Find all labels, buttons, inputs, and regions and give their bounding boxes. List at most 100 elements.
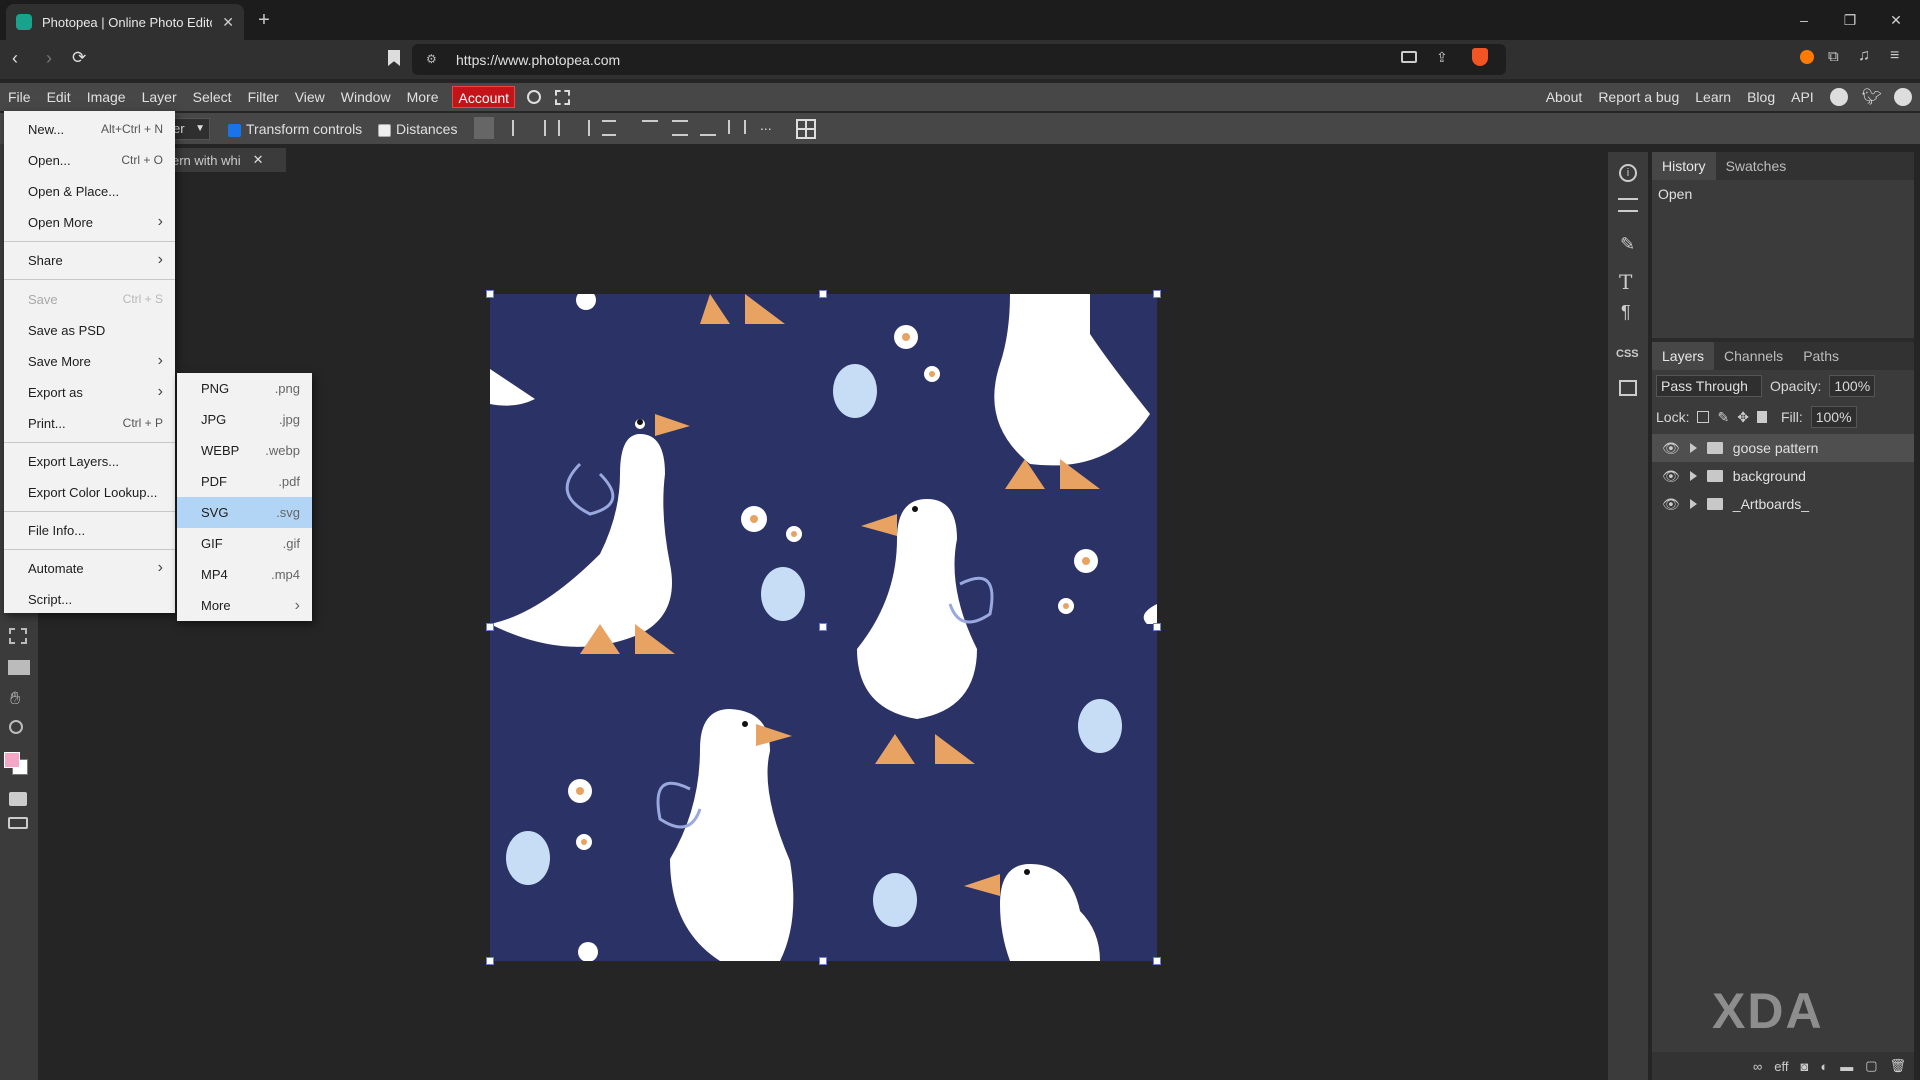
menu-image[interactable]: Image — [79, 83, 134, 111]
foreground-color-swatch[interactable] — [4, 752, 20, 768]
back-icon[interactable]: ‹ — [12, 48, 18, 69]
facebook-icon[interactable] — [1894, 88, 1912, 106]
menu-item-print[interactable]: Print... Ctrl + P — [4, 408, 175, 438]
forward-icon[interactable]: › — [46, 48, 52, 69]
transform-handle[interactable] — [486, 623, 494, 631]
align-bottom-icon[interactable] — [700, 120, 716, 136]
align-center-icon[interactable] — [544, 120, 560, 136]
opacity-input[interactable]: 100% — [1829, 375, 1876, 397]
new-layer-icon[interactable]: ▢ — [1865, 1058, 1877, 1074]
lock-all-icon[interactable] — [1756, 411, 1767, 423]
distribute-horizontal-icon[interactable] — [728, 120, 746, 134]
more-options[interactable]: ... — [760, 117, 772, 133]
distribute-icon[interactable] — [602, 120, 616, 136]
expand-icon[interactable] — [1689, 443, 1697, 453]
transform-handle[interactable] — [1153, 957, 1161, 965]
menu-select[interactable]: Select — [185, 83, 240, 111]
expand-icon[interactable] — [1689, 471, 1697, 481]
expand-icon[interactable] — [1689, 499, 1697, 509]
close-window-icon[interactable]: ✕ — [1878, 8, 1914, 32]
export-pdf[interactable]: PDF .pdf — [177, 466, 312, 497]
transform-handle[interactable] — [819, 957, 827, 965]
export-more[interactable]: More › — [177, 590, 312, 621]
fullscreen-icon[interactable] — [555, 89, 571, 105]
link-layers-icon[interactable]: ∞ — [1753, 1059, 1762, 1074]
link-api[interactable]: API — [1783, 83, 1822, 111]
account-button[interactable]: Account — [452, 86, 516, 108]
info-icon[interactable]: i — [1619, 164, 1637, 182]
cast-icon[interactable] — [1401, 51, 1417, 63]
layer-row[interactable]: 👁︎ _Artboards_ — [1652, 490, 1914, 518]
document-tab[interactable]: ern with whi ✕ — [168, 148, 286, 172]
transform-controls-option[interactable]: Transform controls — [228, 121, 362, 137]
link-about[interactable]: About — [1538, 83, 1591, 111]
hand-tool-icon[interactable]: ✋︎ — [10, 688, 20, 709]
paragraph-icon[interactable]: ¶ — [1621, 302, 1631, 323]
menu-item-new[interactable]: New... Alt+Ctrl + N — [4, 114, 175, 144]
browser-tab[interactable]: Photopea | Online Photo Editor ✕ — [6, 4, 244, 40]
brush-icon[interactable]: ✎ — [1620, 234, 1635, 255]
menu-item-export-color-lookup[interactable]: Export Color Lookup... — [4, 477, 175, 507]
layer-effects-icon[interactable]: eff — [1774, 1059, 1788, 1074]
transform-handle[interactable] — [1153, 290, 1161, 298]
transform-handle[interactable] — [1153, 623, 1161, 631]
minimize-icon[interactable]: – — [1786, 8, 1822, 32]
quick-mask-icon[interactable] — [9, 792, 27, 806]
twitter-icon[interactable]: 🐦︎ — [1862, 87, 1882, 107]
menu-item-share[interactable]: Share › — [4, 245, 175, 275]
link-blog[interactable]: Blog — [1739, 83, 1783, 111]
menu-item-open-more[interactable]: Open More › — [4, 207, 175, 237]
browser-menu-icon[interactable]: ≡ — [1890, 47, 1899, 65]
tab-history[interactable]: History — [1652, 152, 1716, 180]
blend-mode-select[interactable]: Pass Through — [1656, 375, 1762, 397]
fill-input[interactable]: 100% — [1810, 406, 1857, 428]
search-icon[interactable] — [527, 90, 542, 104]
menu-item-open[interactable]: Open... Ctrl + O — [4, 145, 175, 175]
menu-window[interactable]: Window — [333, 83, 399, 111]
link-learn[interactable]: Learn — [1687, 83, 1739, 111]
export-svg[interactable]: SVG .svg — [177, 497, 312, 528]
lock-transparency-icon[interactable] — [1697, 411, 1710, 423]
extensions-icon[interactable]: ⧉ — [1828, 48, 1839, 65]
path-select-tool-icon[interactable] — [9, 628, 27, 644]
zoom-tool-icon[interactable] — [9, 720, 23, 734]
menu-item-file-info[interactable]: File Info... — [4, 515, 175, 545]
link-report-bug[interactable]: Report a bug — [1590, 83, 1687, 111]
menu-file[interactable]: File — [0, 83, 39, 111]
share-icon[interactable]: ⇪ — [1436, 49, 1448, 66]
delete-layer-icon[interactable]: 🗑︎ — [1889, 1058, 1906, 1074]
distances-checkbox[interactable] — [378, 123, 391, 137]
transform-handle[interactable] — [486, 290, 494, 298]
address-bar[interactable]: https://www.photopea.com — [412, 44, 1506, 75]
menu-filter[interactable]: Filter — [240, 83, 287, 111]
export-gif[interactable]: GIF .gif — [177, 528, 312, 559]
tab-layers[interactable]: Layers — [1652, 342, 1715, 370]
menu-item-export-as[interactable]: Export as › — [4, 377, 175, 407]
grid-icon[interactable] — [796, 119, 816, 139]
css-icon[interactable]: CSS — [1616, 348, 1639, 360]
image-icon[interactable] — [1619, 380, 1637, 396]
menu-edit[interactable]: Edit — [39, 83, 79, 111]
menu-item-export-layers[interactable]: Export Layers... — [4, 446, 175, 476]
tab-swatches[interactable]: Swatches — [1716, 152, 1797, 180]
music-icon[interactable]: ♫ — [1858, 47, 1870, 65]
export-jpg[interactable]: JPG .jpg — [177, 404, 312, 435]
layer-row[interactable]: 👁︎ background — [1652, 462, 1914, 490]
add-mask-icon[interactable]: ◙ — [1800, 1059, 1808, 1074]
transform-handle[interactable] — [819, 623, 827, 631]
eye-icon[interactable]: 👁︎ — [1662, 440, 1680, 457]
site-settings-icon[interactable]: ⚙ — [426, 52, 437, 66]
align-top-icon[interactable] — [642, 120, 658, 136]
export-png[interactable]: PNG .png — [177, 373, 312, 404]
adjustment-layer-icon[interactable]: ◐ — [1820, 1059, 1828, 1074]
eye-icon[interactable]: 👁︎ — [1662, 468, 1680, 485]
new-group-icon[interactable]: ▬ — [1840, 1059, 1853, 1074]
align-right-icon[interactable] — [574, 120, 590, 136]
tab-paths[interactable]: Paths — [1793, 342, 1849, 370]
lock-pixels-icon[interactable]: ✎ — [1717, 409, 1729, 426]
export-mp4[interactable]: MP4 .mp4 — [177, 559, 312, 590]
close-document-icon[interactable]: ✕ — [253, 152, 264, 168]
rewards-icon[interactable] — [1800, 50, 1814, 64]
menu-item-open-place[interactable]: Open & Place... — [4, 176, 175, 206]
rectangle-tool-icon[interactable] — [8, 660, 30, 675]
